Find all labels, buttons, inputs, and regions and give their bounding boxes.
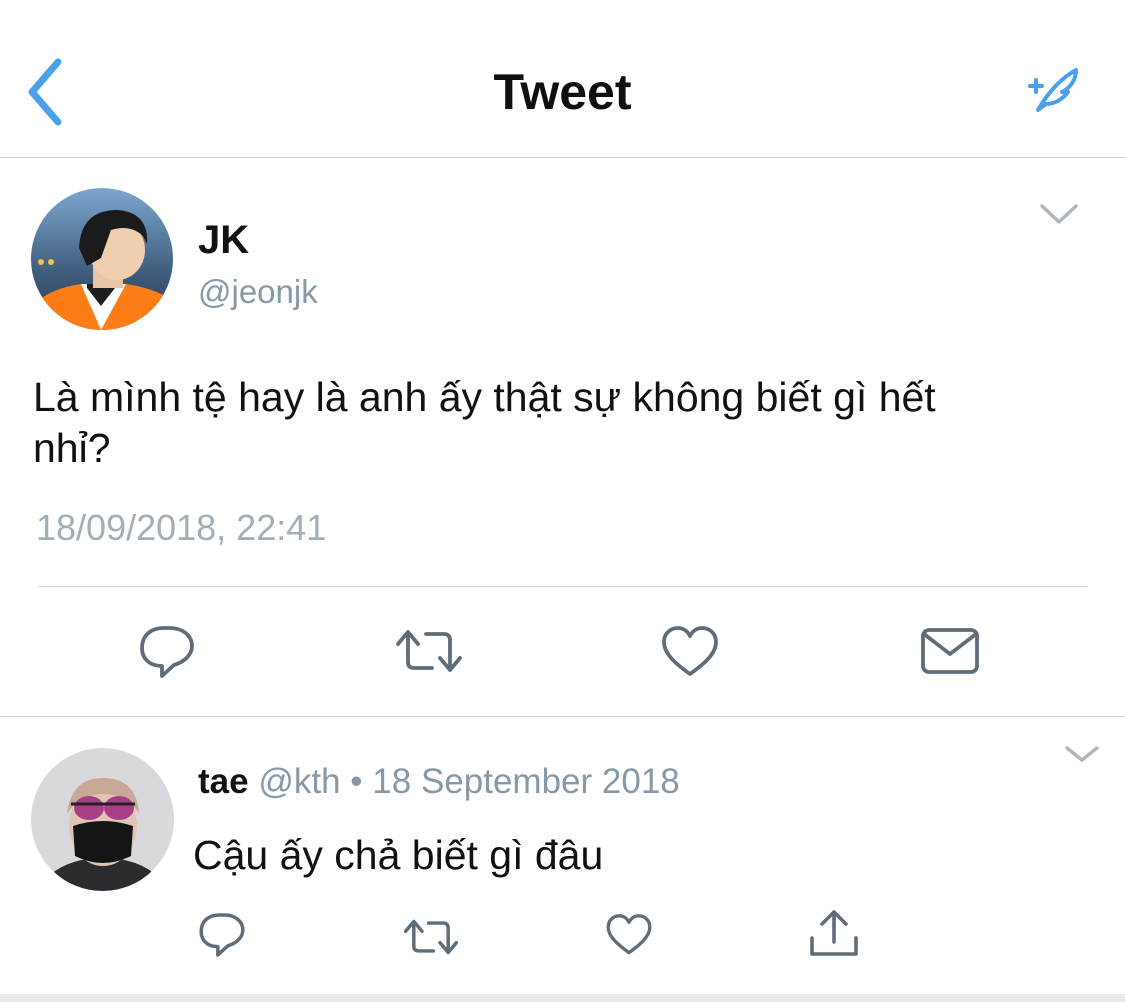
retweet-icon [403, 919, 459, 955]
reply-options-button[interactable] [1063, 744, 1101, 766]
reply-like-button[interactable] [605, 912, 653, 963]
avatar-photo [31, 748, 174, 891]
tweet-text: Là mình tệ hay là anh ấy thật sự không b… [33, 374, 936, 471]
reply-author-handle[interactable]: @kth [258, 762, 340, 801]
tweet-options-button[interactable] [1038, 200, 1080, 230]
tweet-timestamp: 18/09/2018, 22:41 [36, 507, 327, 548]
share-button[interactable] [808, 908, 860, 965]
reply-date: 18 September 2018 [372, 762, 680, 801]
avatar-photo [31, 188, 173, 330]
reply-reply-button[interactable] [196, 910, 248, 965]
chevron-down-icon [1040, 204, 1078, 224]
compose-tweet-button[interactable] [1024, 62, 1082, 118]
share-icon [810, 910, 858, 956]
page-title: Tweet [493, 64, 632, 120]
direct-message-icon [921, 628, 979, 674]
retweet-icon [396, 630, 462, 672]
like-icon [606, 914, 652, 955]
reply-author-name[interactable]: tae [198, 762, 249, 801]
bottom-border [0, 994, 1125, 1002]
chevron-down-icon [1065, 746, 1099, 762]
reply-text: Cậu ấy chả biết gì đâu [193, 832, 604, 878]
reply-icon [140, 626, 194, 678]
direct-message-button[interactable] [920, 626, 980, 681]
reply-retweet-button[interactable] [403, 916, 459, 963]
author-name[interactable]: JK [198, 217, 249, 263]
meta-separator: • [350, 762, 363, 801]
reply-button[interactable] [136, 622, 198, 687]
compose-tweet-icon [1028, 68, 1078, 112]
retweet-button[interactable] [396, 626, 462, 681]
like-button[interactable] [660, 624, 720, 685]
reply-header: tae @kth • 18 September 2018 [198, 762, 680, 802]
reply-author-avatar[interactable] [31, 748, 174, 891]
divider [0, 716, 1125, 717]
author-avatar[interactable] [31, 188, 173, 330]
reply-icon [199, 913, 245, 957]
author-handle[interactable]: @jeonjk [198, 272, 318, 312]
like-icon [662, 626, 718, 676]
divider [38, 586, 1088, 587]
